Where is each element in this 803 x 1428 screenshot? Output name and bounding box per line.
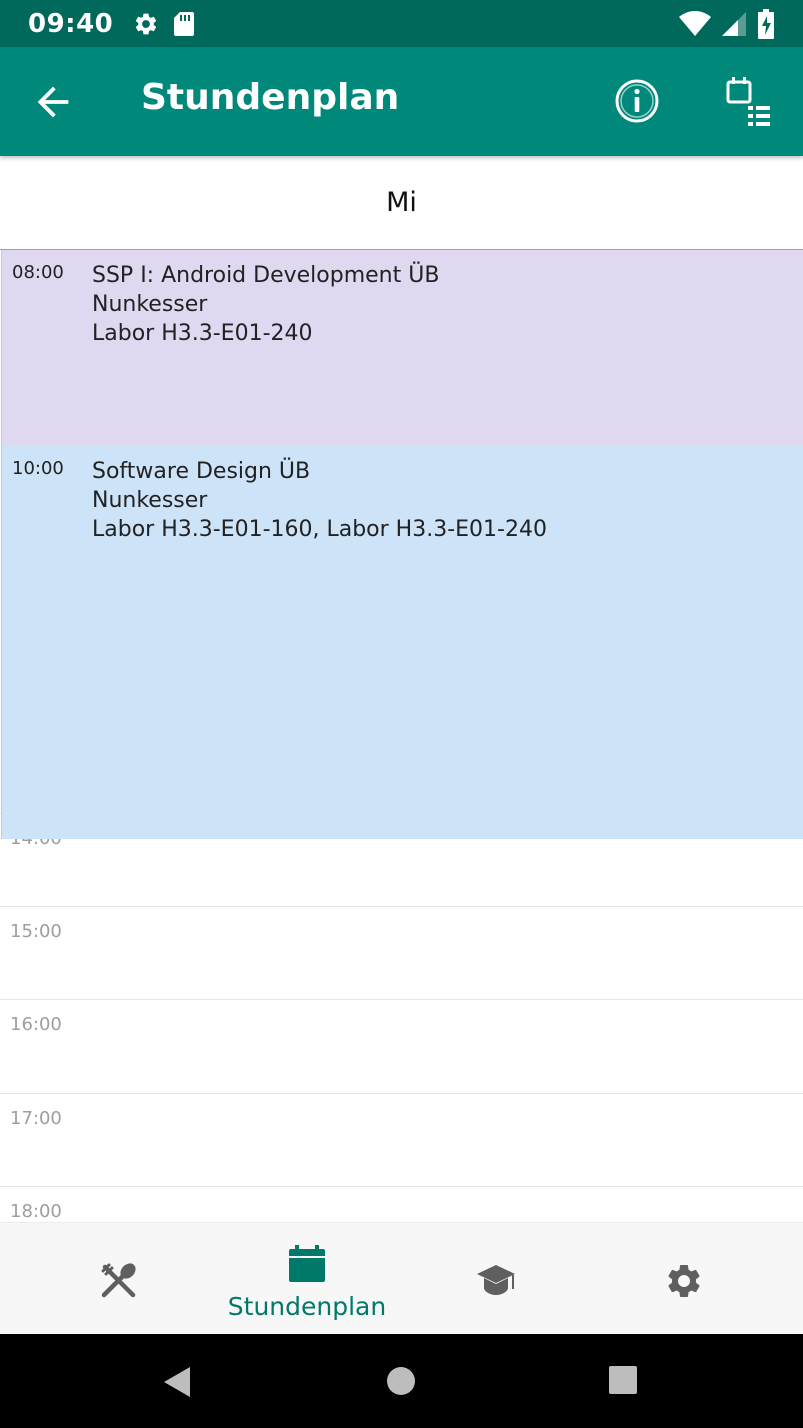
recents-square-icon[interactable] — [608, 1365, 638, 1395]
battery-charging-icon — [758, 8, 774, 39]
hour-label: 17:00 — [10, 1108, 62, 1129]
event-room: Labor H3.3-E01-240 — [92, 321, 313, 346]
nav-item-mensa[interactable] — [19, 1223, 219, 1335]
home-circle-icon[interactable] — [385, 1365, 417, 1397]
settings-status-icon — [136, 13, 157, 34]
event-lecturer: Nunkesser — [92, 488, 208, 513]
schedule-view[interactable]: 14:00 15:00 16:00 17:00 18:00 08:00 SSP … — [0, 250, 803, 1222]
nav-item-studies[interactable] — [396, 1223, 596, 1335]
day-header: Mi — [0, 156, 803, 250]
page-title: Stundenplan — [141, 77, 400, 118]
hour-row: 15:00 — [0, 906, 803, 999]
fork-spoon-icon — [101, 1263, 136, 1298]
status-time: 09:40 — [28, 8, 114, 39]
event-time: 10:00 — [12, 458, 64, 479]
event-ssp-android[interactable]: 08:00 SSP I: Android Development ÜB Nunk… — [1, 250, 803, 446]
event-title: SSP I: Android Development ÜB — [92, 263, 440, 288]
hour-label: 18:00 — [10, 1201, 62, 1222]
back-triangle-icon[interactable] — [160, 1365, 194, 1399]
signal-icon — [722, 11, 746, 36]
event-lecturer: Nunkesser — [92, 292, 208, 317]
event-room: Labor H3.3-E01-160, Labor H3.3-E01-240 — [92, 517, 547, 542]
nav-item-settings[interactable] — [584, 1223, 784, 1335]
hour-label: 15:00 — [10, 921, 62, 942]
nav-item-stundenplan[interactable]: Stundenplan — [207, 1223, 407, 1335]
gear-icon — [668, 1265, 700, 1297]
status-bar: 09:40 — [0, 0, 803, 47]
app-bar: Stundenplan — [0, 47, 803, 156]
wifi-icon — [679, 10, 711, 36]
calendar-icon — [289, 1245, 325, 1282]
nav-label: Stundenplan — [227, 1292, 387, 1321]
system-navigation-bar — [0, 1334, 803, 1428]
calendar-list-icon[interactable] — [722, 73, 774, 129]
hour-row: 18:00 — [0, 1186, 803, 1222]
bottom-navigation: Stundenplan — [0, 1222, 803, 1334]
hour-row: 17:00 — [0, 1093, 803, 1186]
info-icon[interactable] — [613, 77, 661, 125]
back-arrow-icon[interactable] — [30, 79, 76, 125]
graduation-cap-icon — [477, 1265, 515, 1295]
sd-card-icon — [174, 11, 195, 36]
day-label: Mi — [386, 187, 417, 218]
hour-label: 16:00 — [10, 1014, 62, 1035]
hour-row: 16:00 — [0, 999, 803, 1092]
event-software-design[interactable]: 10:00 Software Design ÜB Nunkesser Labor… — [1, 446, 803, 839]
event-title: Software Design ÜB — [92, 459, 311, 484]
event-time: 08:00 — [12, 262, 64, 283]
